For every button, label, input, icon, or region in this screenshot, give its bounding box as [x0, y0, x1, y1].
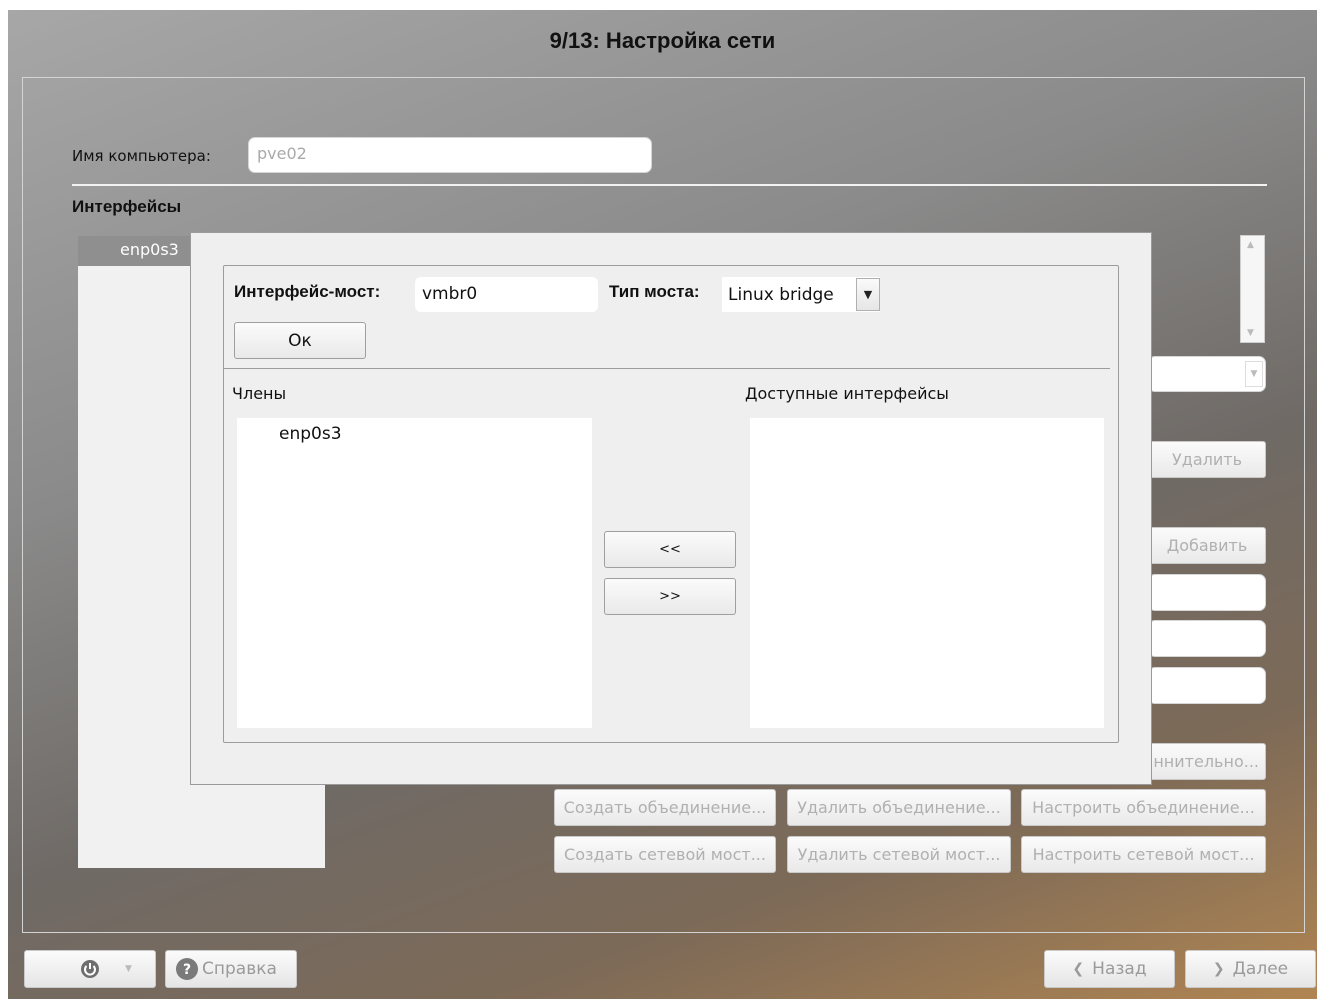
configure-bond-button[interactable]: Настроить объединение...: [1021, 789, 1266, 826]
separator: [72, 184, 1267, 186]
move-right-button[interactable]: >>: [604, 578, 736, 615]
next-button[interactable]: ❯ Далее: [1185, 950, 1316, 988]
bridge-type-value: Linux bridge: [728, 284, 834, 305]
chevron-down-icon[interactable]: ▼: [856, 278, 880, 311]
help-icon: ?: [176, 958, 198, 980]
create-bridge-button[interactable]: Создать сетевой мост...: [554, 836, 776, 873]
scroll-down-icon[interactable]: ▼: [1247, 328, 1254, 338]
dialog-separator: [224, 368, 1110, 369]
interfaces-heading: Интерфейсы: [72, 197, 182, 216]
hostname-input[interactable]: pve02: [248, 137, 652, 173]
installer-screen: 9/13: Настройка сети Имя компьютера: pve…: [8, 10, 1317, 999]
additional-button[interactable]: ннительно...: [1148, 743, 1266, 780]
members-list[interactable]: enp0s3: [237, 418, 592, 728]
help-label: Справка: [202, 959, 277, 979]
delete-bridge-button[interactable]: Удалить сетевой мост...: [787, 836, 1011, 873]
members-label: Члены: [232, 384, 287, 403]
bridge-interface-label: Интерфейс-мост:: [234, 282, 381, 301]
back-button[interactable]: ❮ Назад: [1044, 950, 1175, 988]
move-left-button[interactable]: <<: [604, 531, 736, 568]
bridge-groupbox: Интерфейс-мост: vmbr0 Тип моста: Linux b…: [223, 265, 1119, 743]
svg-text:?: ?: [183, 962, 191, 978]
chevron-down-icon: ▼: [125, 964, 132, 974]
page-title: 9/13: Настройка сети: [549, 28, 776, 53]
add-button[interactable]: Добавить: [1148, 527, 1266, 564]
right-field-1[interactable]: [1148, 574, 1266, 611]
help-button[interactable]: ? Справка: [165, 950, 297, 988]
right-combo[interactable]: ▼: [1148, 356, 1266, 392]
bridge-type-label: Тип моста:: [609, 282, 700, 301]
available-label: Доступные интерфейсы: [745, 384, 949, 403]
scrollbar[interactable]: ▲ ▼: [1240, 235, 1265, 343]
power-menu-button[interactable]: ▼: [24, 950, 156, 988]
available-list[interactable]: [750, 418, 1104, 728]
delete-bond-button[interactable]: Удалить объединение...: [787, 789, 1011, 826]
hostname-label: Имя компьютера:: [72, 147, 211, 165]
ok-button[interactable]: Ок: [234, 322, 366, 359]
interface-name: enp0s3: [120, 240, 179, 259]
back-label: Назад: [1092, 959, 1147, 979]
power-icon: [81, 960, 99, 978]
create-bond-button[interactable]: Создать объединение...: [554, 789, 776, 826]
scroll-up-icon[interactable]: ▲: [1247, 240, 1254, 250]
bridge-interface-input[interactable]: vmbr0: [415, 277, 598, 312]
chevron-right-icon: ❯: [1212, 961, 1225, 977]
chevron-left-icon: ❮: [1072, 961, 1085, 977]
configure-bridge-button[interactable]: Настроить сетевой мост...: [1021, 836, 1266, 873]
right-field-2[interactable]: [1148, 620, 1266, 657]
right-field-3[interactable]: [1148, 667, 1266, 704]
chevron-down-icon[interactable]: ▼: [1245, 361, 1263, 387]
members-list-item[interactable]: enp0s3: [279, 424, 342, 444]
delete-button[interactable]: Удалить: [1148, 441, 1266, 478]
bridge-dialog: Интерфейс-мост: vmbr0 Тип моста: Linux b…: [190, 232, 1152, 785]
next-label: Далее: [1232, 959, 1289, 979]
